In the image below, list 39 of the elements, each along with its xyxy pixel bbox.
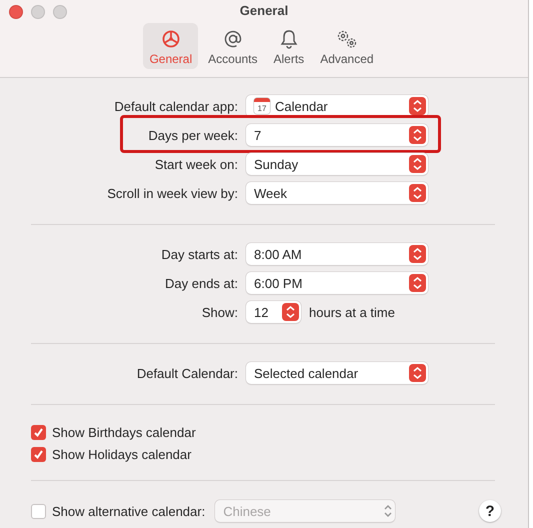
checkbox-label: Show Birthdays calendar	[52, 424, 196, 440]
popup-menu[interactable]: 6:00 PM	[246, 272, 428, 294]
field-label: Scroll in week view by:	[106, 186, 238, 200]
popup-menu[interactable]: Selected calendar	[246, 362, 428, 384]
checkbox[interactable]	[31, 446, 46, 462]
calendar-icon: 17	[254, 98, 270, 114]
field-label: Default Calendar:	[136, 366, 238, 380]
field-label: Day ends at:	[164, 276, 238, 290]
toolbar-tab[interactable]: Alerts	[268, 23, 310, 69]
stepper-icon	[409, 126, 426, 144]
toolbar-tab[interactable]: Accounts	[202, 23, 264, 69]
suffix-label: hours at a time	[309, 304, 395, 320]
popup-menu: Chinese	[215, 500, 396, 522]
stepper-icon	[409, 364, 426, 382]
popup-menu[interactable]: 8:00 AM	[246, 243, 428, 265]
checkbox[interactable]	[31, 424, 46, 440]
chevron-icon	[383, 504, 394, 518]
help-button[interactable]: ?	[479, 500, 501, 522]
stepper-icon	[282, 303, 299, 321]
field-label: Default calendar app:	[113, 98, 238, 114]
checkbox-label: Show Holidays calendar	[52, 446, 192, 462]
popup-menu[interactable]: Sunday	[246, 153, 428, 175]
stepper-icon	[409, 97, 426, 115]
field-label: Days per week:	[147, 128, 238, 142]
close-button[interactable]	[9, 5, 23, 19]
window-title: General	[240, 2, 288, 20]
field-label: Day starts at:	[160, 246, 238, 262]
field-label: Show:	[200, 304, 238, 320]
popup-menu[interactable]: 7	[246, 124, 428, 146]
toolbar-tab[interactable]: Advanced	[314, 23, 380, 69]
popup-menu[interactable]: Week	[246, 182, 428, 204]
stepper-icon	[409, 274, 426, 292]
stepper-icon	[409, 155, 426, 173]
stepper-icon	[409, 184, 426, 202]
popup-menu[interactable]: 12	[246, 301, 301, 323]
stepper-icon	[409, 245, 426, 263]
field-label: Start week on:	[154, 156, 238, 172]
popup-menu[interactable]: 17 Calendar	[246, 95, 428, 117]
checkbox-label: Show alternative calendar:	[52, 504, 206, 518]
